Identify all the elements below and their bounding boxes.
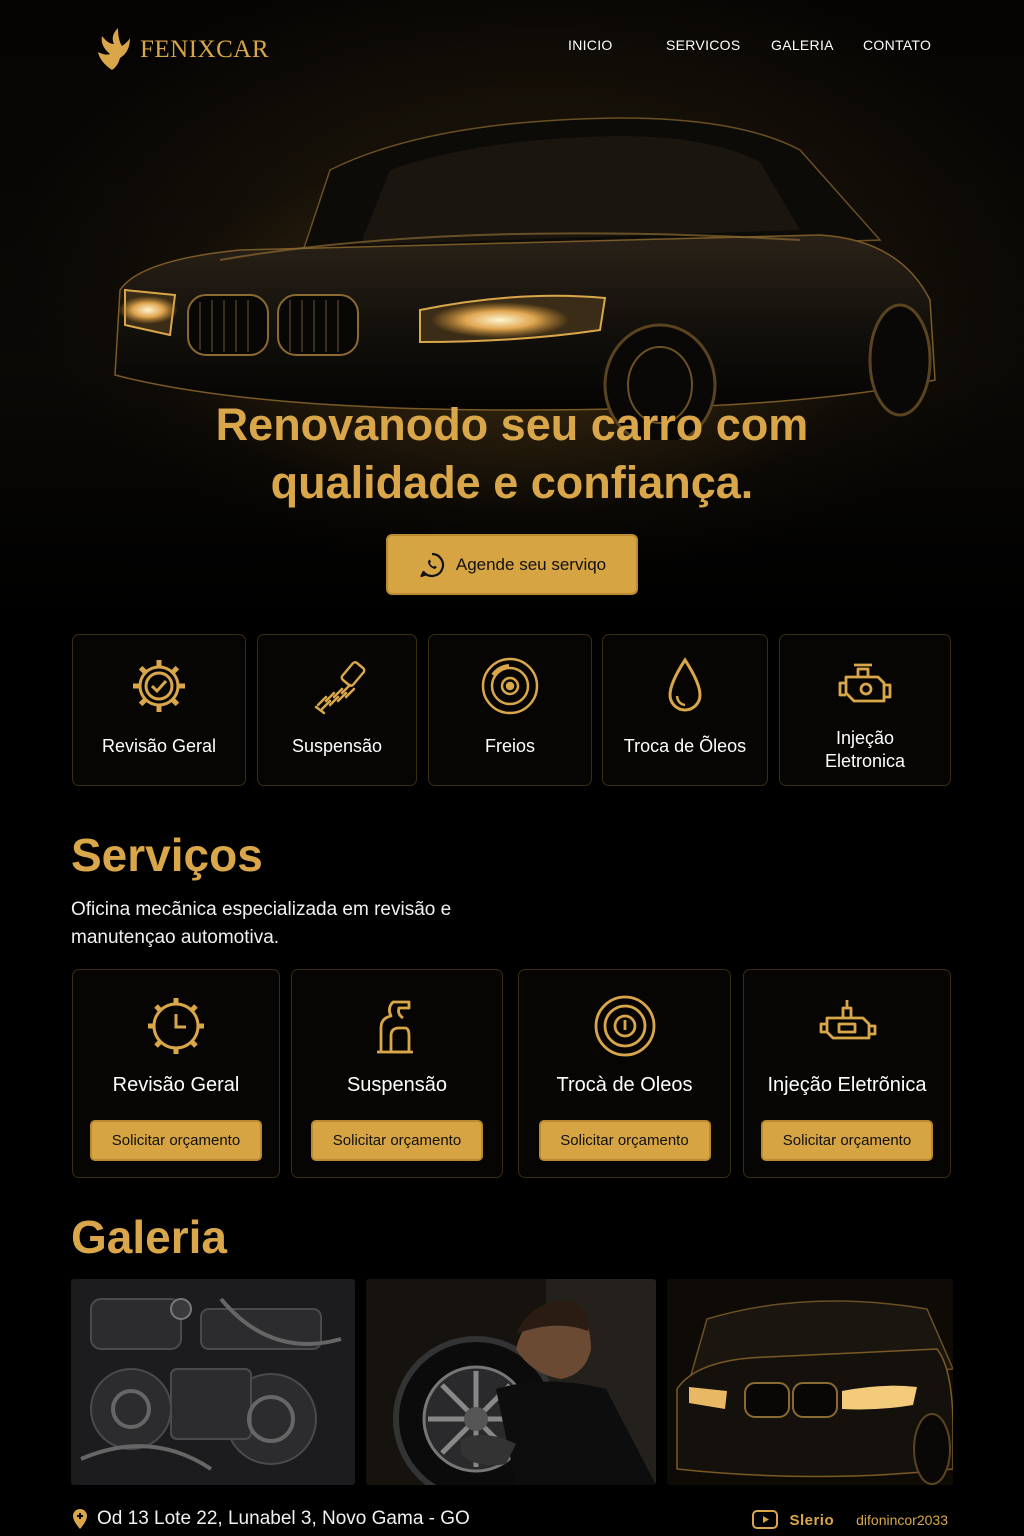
nav-item-servicos[interactable]: SERVICOS	[666, 37, 741, 53]
service-name: Trocà de Oleos	[556, 1074, 693, 1096]
services-description-line1: Oficina mecãnica especializada em revisã…	[71, 899, 452, 920]
feature-card-injecao[interactable]: Injeção Eletronica	[779, 634, 951, 786]
feature-label: Freios	[484, 736, 535, 756]
feature-label: Troca de Õleos	[623, 736, 747, 756]
schedule-service-button[interactable]: Agende seu serviqo	[386, 534, 638, 595]
gallery-image-engine[interactable]	[71, 1279, 355, 1485]
feature-card-suspensao[interactable]: Suspensão	[257, 634, 417, 786]
nav-item-inicio[interactable]: INICIO	[568, 37, 613, 53]
service-card-injecao: Injeção Eletrõnica Solicitar orçamento	[743, 969, 951, 1178]
whatsapp-icon	[420, 552, 444, 577]
nav-item-contato[interactable]: CONTATO	[863, 37, 931, 53]
service-card-revisao: Revisão Geral Solicitar orçamento	[72, 969, 280, 1178]
feature-label-line2: Eletronica	[824, 751, 906, 771]
feature-label: Injeção Eletronica	[780, 727, 950, 773]
location-pin-icon	[73, 1509, 87, 1529]
feature-label: Suspensão	[291, 736, 383, 756]
nav-item-galeria[interactable]: GALERIA	[771, 37, 834, 53]
gallery-image-car[interactable]	[667, 1279, 953, 1485]
service-card-oleos: Trocà de Oleos Solicitar orçamento	[518, 969, 731, 1178]
gauge-icon	[594, 995, 655, 1057]
services-description-line2: manutençao automotiva.	[71, 927, 280, 948]
suspension-icon	[377, 1000, 413, 1054]
footer-social: Slerio difonincor2033	[751, 1508, 948, 1532]
footer-address: Od 13 Lote 22, Lunabel 3, Novo Gama - GO	[71, 1508, 470, 1530]
spring-icon	[314, 661, 366, 715]
feature-label-line1: Injeção	[835, 728, 895, 748]
services-description: Oficina mecãnica especializada em revisã…	[71, 896, 511, 952]
gallery-image-mechanic[interactable]	[366, 1279, 656, 1485]
feature-card-freios[interactable]: Freios	[428, 634, 592, 786]
request-quote-button[interactable]: Solicitar orçamento	[90, 1120, 262, 1161]
gallery-title: Galeria	[71, 1211, 227, 1263]
car-front-photo	[667, 1279, 953, 1485]
mechanic-wheel-photo	[366, 1279, 656, 1485]
engine-photo	[71, 1279, 355, 1485]
hero-title-line2: qualidade e confiança.	[270, 457, 754, 508]
service-name: Suspensão	[346, 1074, 448, 1096]
services-title: Serviços	[71, 829, 263, 881]
service-name: Revisão Geral	[112, 1074, 240, 1096]
address-text: Od 13 Lote 22, Lunabel 3, Novo Gama - GO	[97, 1508, 470, 1529]
main-nav: INICIO SERVICOS GALERIA CONTATO	[0, 37, 1024, 57]
engine-icon	[819, 1000, 877, 1040]
brake-disc-icon	[481, 657, 539, 715]
service-card-suspensao: Suspensão Solicitar orçamento	[291, 969, 503, 1178]
social-label[interactable]: Slerio	[789, 1512, 834, 1529]
gear-check-icon	[133, 660, 185, 712]
request-quote-button[interactable]: Solicitar orçamento	[311, 1120, 483, 1161]
feature-card-oleos[interactable]: Troca de Õleos	[602, 634, 768, 786]
feature-label: Revisão Geral	[101, 736, 217, 756]
engine-icon	[838, 663, 892, 703]
feature-card-revisao[interactable]: Revisão Geral	[72, 634, 246, 786]
youtube-icon[interactable]	[751, 1508, 779, 1532]
hero-car-image	[114, 117, 936, 440]
gear-clock-icon	[148, 998, 204, 1054]
oil-drop-icon	[668, 657, 702, 712]
hero-title-line1: Renovanodo seu carro com	[215, 399, 809, 450]
request-quote-button[interactable]: Solicitar orçamento	[538, 1120, 711, 1161]
service-name: Injeção Eletrõnica	[767, 1074, 927, 1096]
hero-title: Renovanodo seu carro com qualidade e con…	[0, 396, 1024, 512]
hero-section: FENIXCAR INICIO SERVICOS GALERIA CONTATO…	[0, 0, 1024, 620]
schedule-service-label: Agende seu serviqo	[455, 554, 607, 574]
social-handle[interactable]: difonincor2033	[856, 1512, 948, 1528]
request-quote-button[interactable]: Solicitar orçamento	[761, 1120, 933, 1161]
